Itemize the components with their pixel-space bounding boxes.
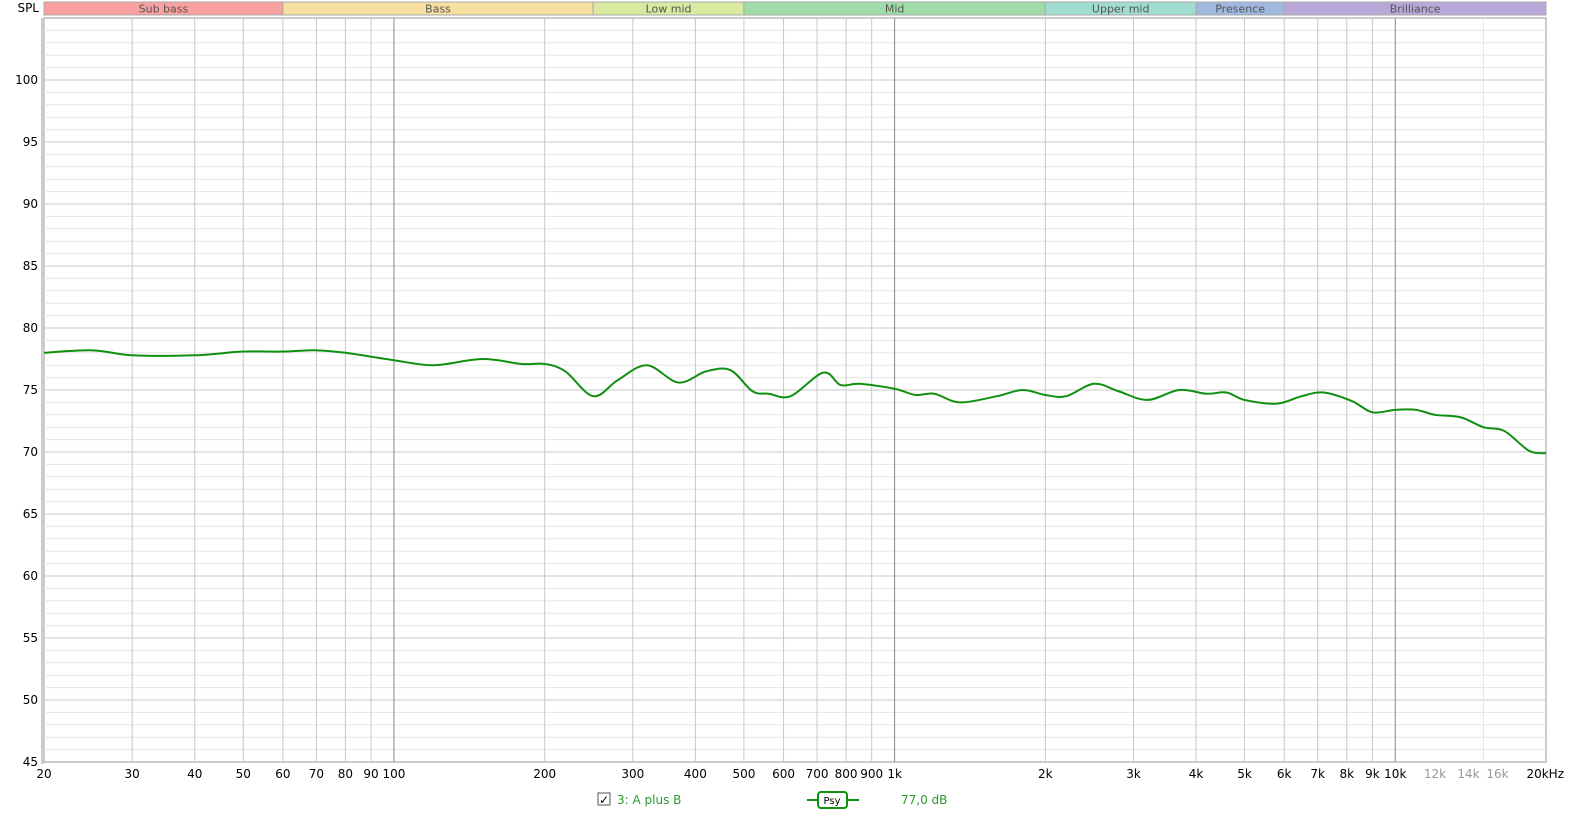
x-tick-label: 40: [187, 767, 202, 781]
legend: ✓ 3: A plus B Psy 77,0 dB: [597, 791, 947, 809]
y-tick-label: 85: [23, 259, 38, 273]
band-label: Brilliance: [1390, 3, 1441, 16]
x-tick-label: 100: [382, 767, 405, 781]
y-axis-ticks: 4550556065707580859095100: [15, 73, 38, 769]
x-tick-label: 3k: [1126, 767, 1141, 781]
y-tick-label: 100: [15, 73, 38, 87]
x-tick-label: 50: [236, 767, 251, 781]
x-tick-label: 200: [533, 767, 556, 781]
x-tick-label: 7k: [1310, 767, 1325, 781]
band-label: Mid: [885, 3, 905, 16]
y-tick-label: 90: [23, 197, 38, 211]
legend-level: 77,0 dB: [901, 793, 947, 807]
x-tick-label: 60: [275, 767, 290, 781]
y-tick-label: 80: [23, 321, 38, 335]
band-label: Sub bass: [139, 3, 189, 16]
y-tick-label: 75: [23, 383, 38, 397]
x-tick-label: 10k: [1384, 767, 1406, 781]
y-tick-label: 70: [23, 445, 38, 459]
checkbox-check-icon: ✓: [599, 793, 609, 807]
x-tick-label: 900: [860, 767, 883, 781]
smoothing-label: Psy: [824, 796, 841, 807]
x-tick-label: 9k: [1365, 767, 1380, 781]
y-tick-label: 60: [23, 569, 38, 583]
y-axis-label: SPL: [17, 1, 39, 15]
x-tick-label: 400: [684, 767, 707, 781]
band-label: Upper mid: [1092, 3, 1150, 16]
x-tick-label: 20kHz: [1526, 767, 1564, 781]
x-tick-label: 14k: [1457, 767, 1479, 781]
x-tick-label: 8k: [1339, 767, 1354, 781]
y-tick-label: 55: [23, 631, 38, 645]
x-axis-ticks: 20 30 40 50 60 70 80 90 100 200 300 400 500 600 700 800…: [36, 767, 1564, 781]
x-tick-label: 30: [125, 767, 140, 781]
y-tick-label: 65: [23, 507, 38, 521]
frequency-bands: Sub bass Bass Low mid Mid Upper mid Presence B…: [43, 1, 1547, 16]
legend-series-name: 3: A plus B: [617, 793, 681, 807]
x-tick-label: 2k: [1038, 767, 1053, 781]
x-tick-label: 600: [772, 767, 795, 781]
x-tick-label: 70: [309, 767, 324, 781]
plot-left-shadow: [41, 18, 44, 764]
x-tick-label: 1k: [887, 767, 902, 781]
band-label: Bass: [425, 3, 451, 16]
band-label: Presence: [1215, 3, 1265, 16]
x-tick-label: 700: [806, 767, 829, 781]
x-tick-label: 16k: [1486, 767, 1508, 781]
x-tick-label: 300: [621, 767, 644, 781]
x-tick-label: 4k: [1189, 767, 1204, 781]
y-tick-label: 50: [23, 693, 38, 707]
x-tick-label: 12k: [1424, 767, 1446, 781]
x-tick-label: 500: [732, 767, 755, 781]
x-tick-label: 90: [363, 767, 378, 781]
frequency-response-chart[interactable]: SPL Sub bass Bass Low mid Mid Upper mid Prese…: [0, 0, 1590, 825]
y-tick-label: 95: [23, 135, 38, 149]
band-label: Low mid: [646, 3, 692, 16]
x-tick-label: 20: [36, 767, 51, 781]
grid: [44, 18, 1546, 762]
x-tick-label: 5k: [1237, 767, 1252, 781]
x-tick-label: 800: [835, 767, 858, 781]
x-tick-label: 80: [338, 767, 353, 781]
x-tick-label: 6k: [1277, 767, 1292, 781]
